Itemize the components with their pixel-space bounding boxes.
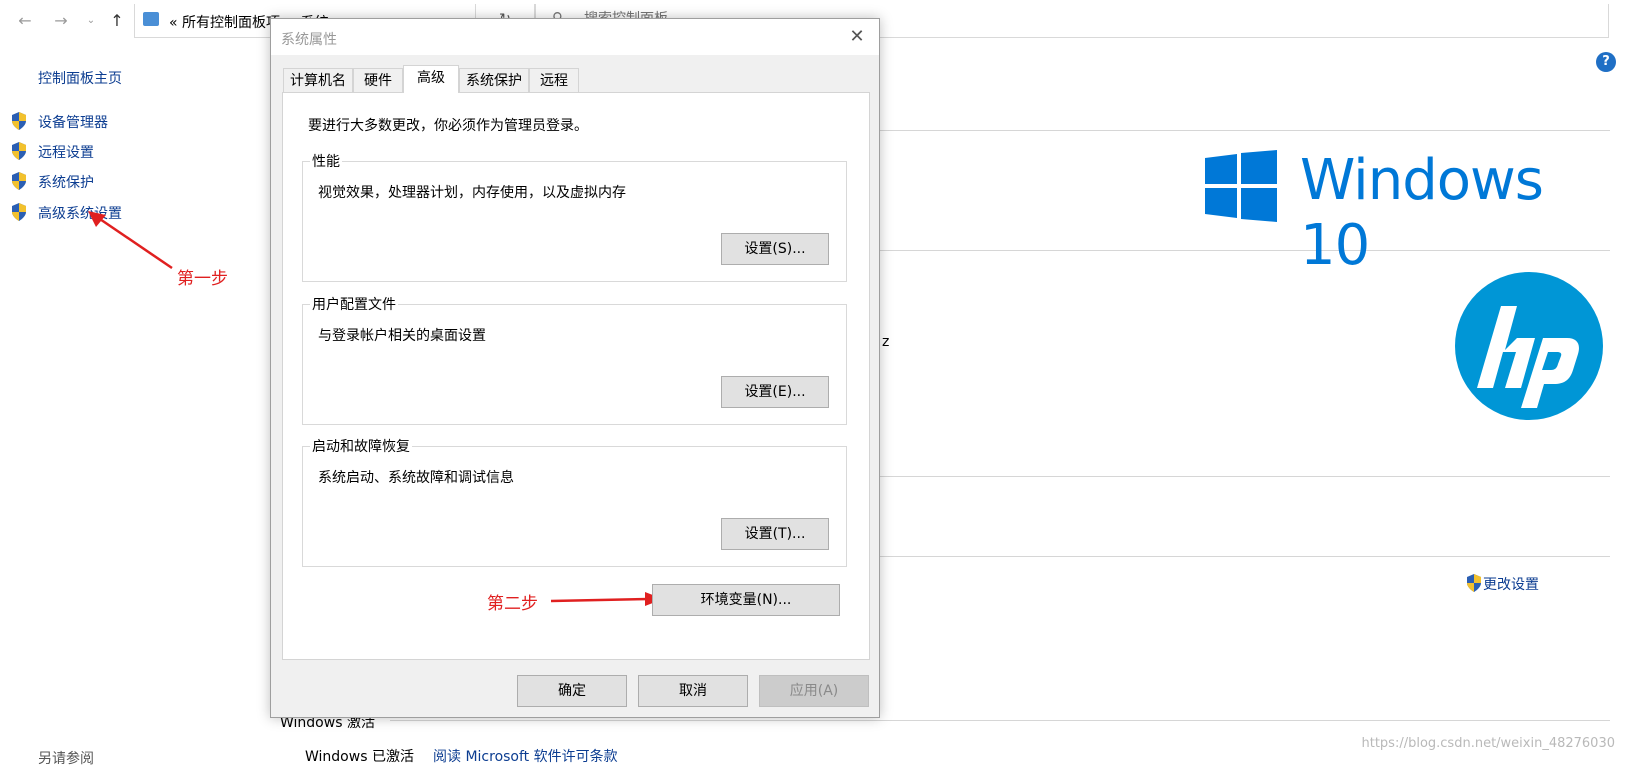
windows-logo-icon (1205, 150, 1277, 222)
change-settings-link[interactable]: 更改设置 (1483, 574, 1539, 594)
control-panel-home-link[interactable]: 控制面板主页 (38, 68, 122, 88)
hp-logo-icon (1455, 272, 1603, 420)
environment-variables-button[interactable]: 环境变量(N)... (652, 584, 840, 616)
tab-remote[interactable]: 远程 (529, 68, 579, 92)
close-icon[interactable]: ✕ (845, 25, 869, 49)
up-arrow-icon[interactable]: ↑ (106, 10, 128, 32)
control-panel-icon (143, 12, 159, 26)
divider (880, 130, 1610, 131)
performance-description: 视觉效果，处理器计划，内存使用，以及虚拟内存 (318, 185, 626, 201)
startup-recovery-description: 系统启动、系统故障和调试信息 (318, 470, 514, 486)
shield-icon (12, 203, 26, 221)
startup-recovery-group: 启动和故障恢复 系统启动、系统故障和调试信息 设置(T)... (302, 436, 847, 567)
shield-icon (1467, 574, 1481, 592)
admin-note: 要进行大多数更改，你必须作为管理员登录。 (308, 118, 588, 134)
performance-group-title: 性能 (310, 151, 342, 171)
sidebar-item-remote-settings[interactable]: 远程设置 (38, 142, 94, 162)
dialog-title: 系统属性 (281, 32, 337, 48)
advanced-tab-panel: 要进行大多数更改，你必须作为管理员登录。 性能 视觉效果，处理器计划，内存使用，… (282, 92, 870, 660)
startup-recovery-settings-button[interactable]: 设置(T)... (721, 518, 829, 550)
user-profiles-group: 用户配置文件 与登录帐户相关的桌面设置 设置(E)... (302, 294, 847, 425)
dialog-titlebar: 系统属性 ✕ (271, 19, 879, 55)
divider (880, 556, 1610, 557)
tab-advanced[interactable]: 高级 (403, 65, 459, 93)
recent-dropdown-icon[interactable]: ⌄ (80, 10, 102, 32)
shield-icon (12, 142, 26, 160)
user-profiles-group-title: 用户配置文件 (310, 294, 398, 314)
cancel-button[interactable]: 取消 (638, 675, 748, 707)
shield-icon (12, 172, 26, 190)
sidebar-item-device-manager[interactable]: 设备管理器 (38, 112, 108, 132)
partial-text: z (882, 334, 890, 350)
step2-arrow (550, 592, 663, 606)
tab-hardware[interactable]: 硬件 (353, 68, 403, 92)
sidebar-item-system-protection[interactable]: 系统保护 (38, 172, 94, 192)
tab-computer-name[interactable]: 计算机名 (283, 68, 353, 92)
help-icon[interactable]: ? (1596, 52, 1616, 72)
ok-button[interactable]: 确定 (517, 675, 627, 707)
step1-annotation: 第一步 (177, 269, 228, 289)
system-properties-dialog: 系统属性 ✕ 计算机名 硬件 高级 系统保护 远程 要进行大多数更改，你必须作为… (270, 18, 880, 718)
performance-group: 性能 视觉效果，处理器计划，内存使用，以及虚拟内存 设置(S)... (302, 151, 847, 282)
watermark: https://blog.csdn.net/weixin_48276030 (1361, 736, 1615, 751)
shield-icon (12, 112, 26, 130)
tab-system-protection[interactable]: 系统保护 (459, 68, 529, 92)
user-profiles-description: 与登录帐户相关的桌面设置 (318, 328, 486, 344)
windows-10-wordmark: Windows 10 (1300, 148, 1544, 278)
license-terms-link[interactable]: 阅读 Microsoft 软件许可条款 (433, 746, 618, 766)
divider (880, 476, 1610, 477)
see-also-label: 另请参阅 (38, 751, 94, 767)
step2-annotation: 第二步 (487, 594, 538, 614)
back-arrow-icon[interactable]: ← (14, 10, 36, 32)
startup-recovery-group-title: 启动和故障恢复 (310, 436, 412, 456)
activation-status: Windows 已激活 (305, 749, 414, 765)
forward-arrow-icon[interactable]: → (50, 10, 72, 32)
performance-settings-button[interactable]: 设置(S)... (721, 233, 829, 265)
divider (390, 720, 1610, 721)
apply-button[interactable]: 应用(A) (759, 675, 869, 707)
step1-arrow (88, 211, 173, 270)
user-profiles-settings-button[interactable]: 设置(E)... (721, 376, 829, 408)
